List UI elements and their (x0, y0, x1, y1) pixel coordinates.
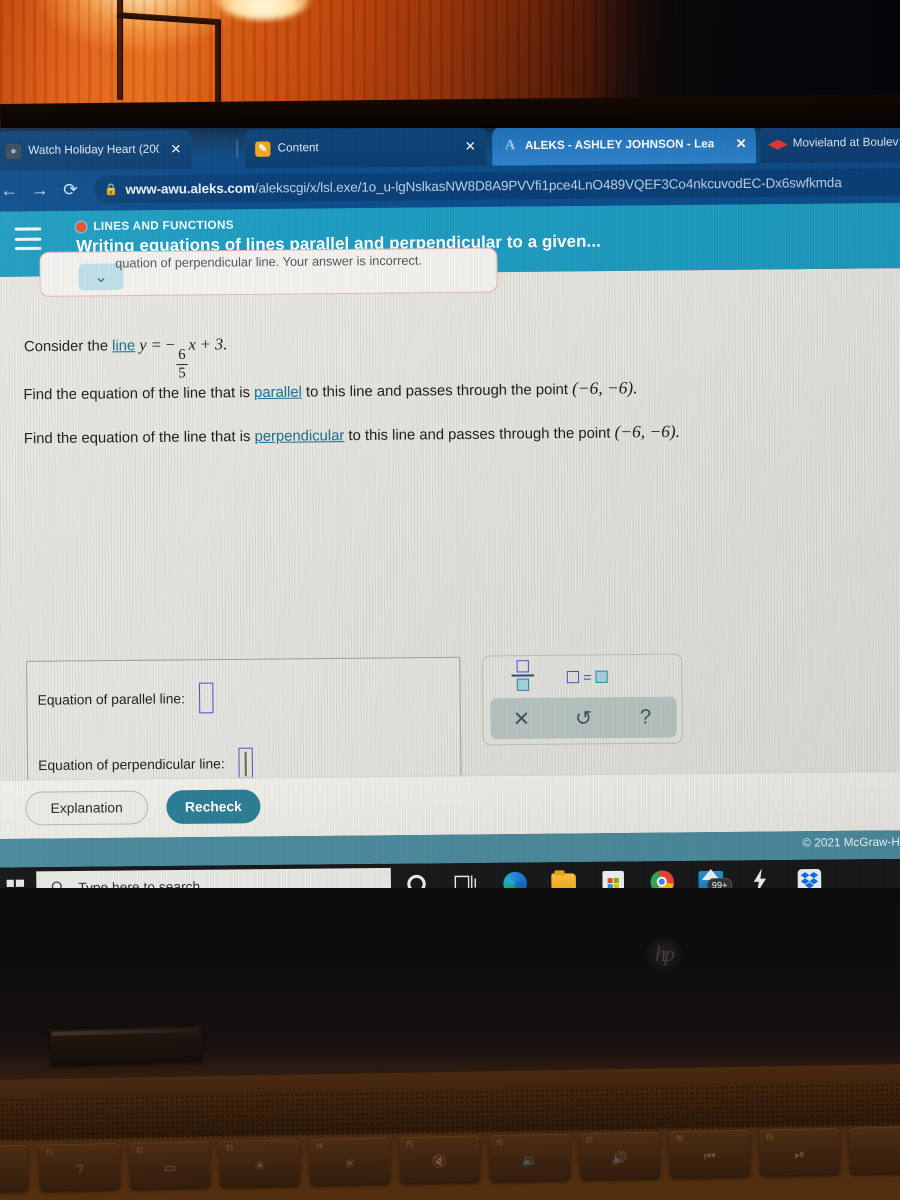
perpendicular-sentence-prefix: Find the equation of the line that is (23, 428, 255, 448)
key-glyph: ☀ (253, 1157, 266, 1174)
browser-tab-holiday-heart[interactable]: ● Watch Holiday Heart (2000) Full ✕ (0, 129, 192, 171)
key-f3[interactable]: f3 ☀ (219, 1139, 301, 1187)
key-glyph: ⏮ (703, 1148, 716, 1164)
lamp-stand-right (215, 20, 221, 104)
back-button[interactable]: ← (0, 175, 25, 206)
browser-tab-label: Movieland at Boulev (792, 136, 899, 150)
minus-sign: − (165, 336, 176, 354)
parallel-point: (−6, −6). (571, 378, 638, 399)
tab-divider (236, 139, 238, 159)
key-f2[interactable]: f2 ▭ (129, 1141, 211, 1189)
key-label: f8 (676, 1134, 684, 1144)
browser-tab-label: Content (277, 141, 319, 155)
line-glossary-link[interactable]: line (112, 338, 135, 355)
perpendicular-glossary-link[interactable]: perpendicular (254, 428, 344, 445)
key-f4[interactable]: f4 ✳ (309, 1137, 391, 1185)
equation-tail: x + 3. (188, 335, 228, 354)
browser-tab-movieland[interactable]: ◀▶ Movieland at Boulev (759, 128, 900, 164)
reload-button[interactable]: ⟳ (55, 175, 86, 206)
parallel-sentence-mid: to this line and passes through the poin… (301, 381, 573, 401)
explanation-button[interactable]: Explanation (25, 790, 149, 826)
tab-close-button[interactable]: ✕ (465, 138, 476, 154)
key-f9[interactable]: f9 ⏯ (759, 1127, 841, 1176)
key-f6[interactable]: f6 🔉 (489, 1133, 571, 1182)
url-domain: www-awu.aleks.com (125, 180, 255, 197)
key-glyph: ✳ (344, 1155, 356, 1172)
key-label: f5 (406, 1139, 414, 1149)
url-text: www-awu.aleks.com/alekscgi/x/lsl.exe/1o_… (125, 175, 841, 197)
browser-tab-aleks[interactable]: A ALEKS - ASHLEY JOHNSON - Lea ✕ (492, 128, 757, 166)
parallel-answer-label: Equation of parallel line: (37, 690, 185, 708)
url-path: /alekscgi/x/lsl.exe/1o_u-lgNslkasNW8D8A9… (254, 174, 842, 196)
parallel-sentence-prefix: Find the equation of the line that is (23, 384, 255, 404)
key-glyph: ▭ (163, 1159, 177, 1175)
palette-button-row: ✕ ↺ ? (490, 696, 677, 740)
key-label: f2 (136, 1145, 144, 1155)
equation-y: y = (139, 336, 162, 355)
copyright-text: © 2021 McGraw-Hill (802, 836, 900, 850)
key-f7[interactable]: f7 🔊 (579, 1131, 661, 1180)
key-glyph: 🔊 (611, 1150, 629, 1166)
hp-logo: hp (645, 936, 683, 972)
aleks-a-icon: A (504, 138, 516, 154)
perpendicular-point: (−6, −6). (614, 421, 681, 442)
key-glyph: ? (76, 1161, 84, 1177)
key-esc[interactable]: esc (0, 1144, 29, 1193)
browser-tab-label: ALEKS - ASHLEY JOHNSON - Lea (524, 138, 715, 153)
perpendicular-sentence-mid: to this line and passes through the poin… (344, 425, 615, 445)
help-button[interactable]: ? (614, 705, 676, 729)
math-input-palette: = ✕ ↺ ? (481, 653, 683, 746)
shield-icon: ● (5, 143, 22, 159)
key-label: f4 (316, 1141, 324, 1151)
forward-button[interactable]: → (24, 175, 55, 206)
topic-label: LINES AND FUNCTIONS (93, 219, 234, 234)
fraction-six-fifths: 65 (176, 346, 188, 382)
key-glyph: 🔉 (521, 1152, 539, 1168)
browser-tab-label: Watch Holiday Heart (2000) Full (28, 143, 160, 158)
question-footer-bar: Explanation Recheck (0, 770, 900, 840)
key-label: f6 (496, 1137, 504, 1148)
key-f5[interactable]: f5 🔇 (399, 1135, 481, 1184)
question-line-3: Find the equation of the line that is pe… (24, 422, 680, 449)
parallel-glossary-link[interactable]: parallel (254, 384, 302, 401)
key-f1[interactable]: f1? (39, 1142, 121, 1191)
key-label: f1 (46, 1147, 54, 1157)
lock-icon: 🔒 (104, 183, 119, 197)
recheck-button[interactable]: Recheck (166, 789, 261, 825)
fraction-denominator: 5 (178, 365, 186, 382)
key-label: f9 (766, 1132, 774, 1142)
laptop-screen: ● Watch Holiday Heart (2000) Full ✕ ✎ Co… (0, 128, 900, 891)
key-label: f3 (226, 1143, 234, 1153)
fraction-numerator: 6 (178, 346, 186, 364)
parallel-answer-input[interactable] (199, 682, 214, 714)
parallel-answer-row: Equation of parallel line: (37, 682, 214, 715)
key-label: f7 (586, 1135, 594, 1146)
pencil-icon: ✎ (255, 140, 271, 157)
equation-template-icon[interactable]: = (566, 669, 608, 686)
topic-row: LINES AND FUNCTIONS (75, 219, 234, 234)
perpendicular-answer-label: Equation of perpendicular line: (38, 755, 225, 773)
aleks-page-content: Consider the line y = −6 5 x + 3. Find the… (0, 247, 900, 840)
perpendicular-answer-row: Equation of perpendicular line: (38, 747, 254, 781)
tab-close-button[interactable]: ✕ (735, 136, 746, 152)
topic-status-dot-icon (75, 221, 87, 233)
key-f8[interactable]: f8 ⏮ (669, 1129, 751, 1178)
film-icon: ◀▶ (768, 136, 788, 151)
question-line-1: Consider the line y = −6 5 x + 3. (24, 336, 228, 384)
fraction-template-icon[interactable] (511, 660, 535, 691)
key-glyph: 🔇 (431, 1154, 449, 1170)
undo-button[interactable]: ↺ (552, 705, 614, 731)
hamburger-menu-icon[interactable] (14, 227, 42, 251)
perpendicular-answer-input[interactable] (238, 747, 254, 779)
taskbar-icon-group: 99+ (403, 860, 822, 891)
clear-button[interactable]: ✕ (490, 705, 552, 731)
question-prefix: Consider the (23, 338, 113, 356)
tab-close-button[interactable]: ✕ (170, 141, 181, 157)
key-glyph: ⏯ (794, 1146, 806, 1162)
browser-tab-content[interactable]: ✎ Content ✕ (244, 128, 487, 169)
key-f10[interactable] (849, 1126, 900, 1174)
